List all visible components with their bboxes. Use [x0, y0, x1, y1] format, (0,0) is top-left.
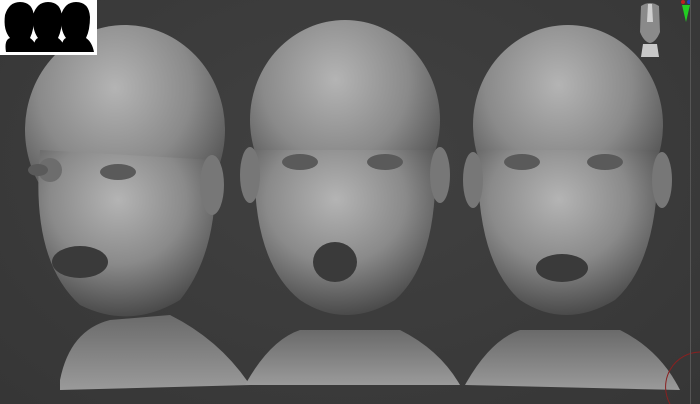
- sculpt-head-center[interactable]: [240, 20, 460, 385]
- head-silhouettes-icon: [0, 0, 97, 55]
- sculpt-head-right[interactable]: [463, 25, 680, 390]
- sculpt-head-left[interactable]: [25, 25, 250, 390]
- sculpt-canvas[interactable]: [0, 0, 700, 404]
- sculpt-viewport[interactable]: [0, 0, 700, 404]
- head-orientation-gizmo-icon[interactable]: [636, 2, 664, 58]
- viewport-edge-divider: [690, 0, 691, 404]
